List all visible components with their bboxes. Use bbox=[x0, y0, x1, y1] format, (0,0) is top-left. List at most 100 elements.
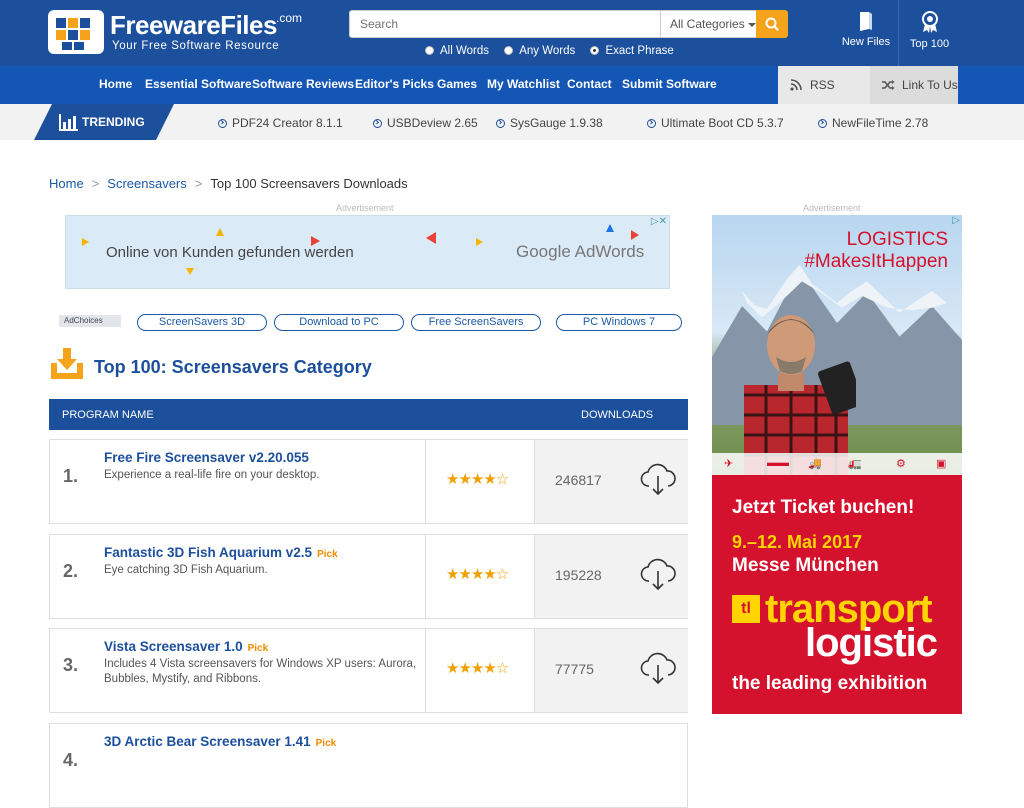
adwords-text: Online von Kunden gefunden werden bbox=[106, 244, 354, 261]
search-input[interactable] bbox=[349, 10, 661, 38]
ad-brand-logistic: logistic bbox=[805, 621, 938, 665]
rss-icon bbox=[790, 79, 802, 91]
column-program-name: PROGRAM NAME bbox=[62, 409, 154, 421]
breadcrumb-home[interactable]: Home bbox=[49, 176, 84, 191]
ad-red-panel: Jetzt Ticket buchen! 9.–12. Mai 2017 Mes… bbox=[712, 475, 962, 714]
site-logo[interactable]: FreewareFiles .com Your Free Software Re… bbox=[48, 8, 302, 58]
adwords-banner[interactable]: Online von Kunden gefunden werden Google… bbox=[65, 215, 670, 289]
breadcrumb-separator: > bbox=[194, 176, 203, 191]
trending-item[interactable]: PDF24 Creator 8.1.1 bbox=[218, 116, 343, 130]
shuffle-icon bbox=[882, 80, 895, 90]
rss-feeds-link[interactable]: RSS Feeds bbox=[778, 66, 870, 130]
pick-badge: Pick bbox=[317, 549, 338, 560]
table-header: PROGRAM NAME DOWNLOADS bbox=[49, 399, 688, 430]
new-files-label: New Files bbox=[841, 36, 891, 48]
search-mode-all-words[interactable]: All Words bbox=[425, 45, 489, 57]
ad-close-icon[interactable]: ▷✕ bbox=[651, 216, 667, 227]
category-select[interactable]: All Categories bbox=[660, 10, 757, 38]
trending-label: TRENDING bbox=[82, 115, 145, 129]
ad-venue: Messe München bbox=[732, 555, 879, 576]
ad-transport-icons: ✈ ▬▬ 🚚 🚛 ⚙ ▣ bbox=[712, 453, 962, 477]
new-files-link[interactable]: New Files bbox=[836, 0, 896, 66]
nav-home[interactable]: Home bbox=[99, 77, 132, 91]
rank-number: 3. bbox=[63, 655, 79, 675]
cloud-download-icon[interactable] bbox=[639, 557, 677, 593]
download-count: 195228 bbox=[555, 567, 602, 583]
trending-item[interactable]: Ultimate Boot CD 5.3.7 bbox=[647, 116, 784, 130]
ad-headline: LOGISTICS #MakesItHappen bbox=[804, 229, 948, 272]
adchoices-label[interactable]: AdChoices bbox=[59, 315, 121, 327]
star-rating-icon: ★★★★☆ bbox=[446, 660, 509, 677]
nav-submit-software[interactable]: Submit Software bbox=[622, 77, 717, 91]
trending-item[interactable]: SysGauge 1.9.38 bbox=[496, 116, 603, 130]
search-mode-exact-phrase[interactable]: Exact Phrase bbox=[590, 45, 674, 57]
program-link[interactable]: Fantastic 3D Fish Aquarium v2.5 Pick bbox=[104, 545, 338, 560]
search-icon bbox=[765, 17, 779, 31]
trending-item[interactable]: USBDeview 2.65 bbox=[373, 116, 478, 130]
check-circle-icon bbox=[496, 119, 505, 128]
nav-games[interactable]: Games bbox=[437, 77, 477, 91]
table-row: 2. Fantastic 3D Fish Aquarium v2.5 Pick E… bbox=[49, 534, 688, 619]
ad-dates: 9.–12. Mai 2017 bbox=[732, 532, 863, 552]
check-circle-icon bbox=[818, 119, 827, 128]
download-tray-icon bbox=[51, 348, 83, 379]
star-rating-icon: ★★★★☆ bbox=[446, 566, 509, 583]
nav-software-reviews[interactable]: Software Reviews bbox=[252, 77, 354, 91]
cloud-download-icon[interactable] bbox=[639, 462, 677, 498]
program-link[interactable]: Free Fire Screensaver v2.20.055 bbox=[104, 450, 309, 465]
rating: ★★★★☆ bbox=[425, 629, 534, 712]
nav-editors-picks[interactable]: Editor's Picks bbox=[355, 77, 434, 91]
category-title: Top 100: Screensavers Category bbox=[94, 357, 372, 377]
chart-trend-icon bbox=[59, 113, 79, 131]
search-button[interactable] bbox=[756, 10, 788, 38]
ad-slogan: the leading exhibition bbox=[732, 673, 928, 694]
breadcrumb-screensavers[interactable]: Screensavers bbox=[107, 176, 186, 191]
sponsored-link[interactable]: Download to PC bbox=[274, 314, 404, 331]
rank-number: 2. bbox=[63, 561, 79, 581]
nav-contact[interactable]: Contact bbox=[567, 77, 612, 91]
breadcrumb: Home > Screensavers > Top 100 Screensavers D… bbox=[49, 176, 408, 191]
rank-number: 1. bbox=[63, 466, 79, 486]
star-rating-icon: ★★★★☆ bbox=[446, 471, 509, 488]
logo-tagline: Your Free Software Resource bbox=[112, 40, 280, 52]
download-cell: 246817 bbox=[534, 440, 688, 523]
table-row: 1. Free Fire Screensaver v2.20.055 Exper… bbox=[49, 439, 688, 524]
nav-my-watchlist[interactable]: My Watchlist bbox=[487, 77, 560, 91]
category-select-value: All Categories bbox=[670, 17, 745, 31]
program-description: Eye catching 3D Fish Aquarium. bbox=[104, 564, 268, 576]
advertisement-label: Advertisement bbox=[336, 203, 394, 213]
check-circle-icon bbox=[218, 119, 227, 128]
program-link[interactable]: Vista Screensaver 1.0 Pick bbox=[104, 639, 268, 654]
adwords-brand: Google AdWords bbox=[516, 242, 645, 261]
sponsored-link[interactable]: Free ScreenSavers bbox=[411, 314, 541, 331]
check-circle-icon bbox=[373, 119, 382, 128]
cloud-download-icon[interactable] bbox=[639, 651, 677, 687]
trending-item[interactable]: NewFileTime 2.78 bbox=[818, 116, 928, 130]
logo-com: .com bbox=[276, 11, 303, 25]
transport-logistic-banner[interactable]: LOGISTICS #MakesItHappen ▷ ✈ ▬▬ 🚚 🚛 ⚙ ▣ J… bbox=[712, 215, 962, 714]
program-description: Includes 4 Vista screensavers for Window… bbox=[104, 658, 417, 685]
pick-badge: Pick bbox=[315, 738, 337, 749]
sponsored-link[interactable]: PC Windows 7 bbox=[556, 314, 682, 331]
ad-choices-icon[interactable]: ▷ bbox=[952, 215, 960, 226]
main-nav: Home Essential Software Software Reviews… bbox=[0, 66, 1024, 130]
program-description: Experience a real-life fire on your desk… bbox=[104, 469, 320, 481]
check-circle-icon bbox=[647, 119, 656, 128]
rating: ★★★★☆ bbox=[425, 535, 534, 618]
rating: ★★★★☆ bbox=[425, 440, 534, 523]
sponsored-link[interactable]: ScreenSavers 3D bbox=[137, 314, 267, 331]
nav-essential-software[interactable]: Essential Software bbox=[145, 77, 252, 91]
link-to-us-label: Link To Us bbox=[902, 78, 958, 92]
breadcrumb-current: Top 100 Screensavers Downloads bbox=[210, 176, 408, 191]
ad-photo: LOGISTICS #MakesItHappen ▷ bbox=[712, 215, 962, 475]
search-mode-options: All Words Any Words Exact Phrase bbox=[425, 45, 686, 57]
dropdown-caret-icon bbox=[747, 22, 756, 27]
link-to-us-link[interactable]: Link To Us bbox=[870, 66, 958, 104]
top100-link[interactable]: Top 100 bbox=[898, 0, 960, 66]
search-mode-any-words[interactable]: Any Words bbox=[504, 45, 575, 57]
download-cell: 77775 bbox=[534, 629, 688, 712]
trending-badge: TRENDING bbox=[34, 104, 174, 140]
ad-brand-mark: tl bbox=[732, 595, 760, 623]
breadcrumb-separator: > bbox=[91, 176, 100, 191]
column-downloads: DOWNLOADS bbox=[581, 409, 654, 421]
